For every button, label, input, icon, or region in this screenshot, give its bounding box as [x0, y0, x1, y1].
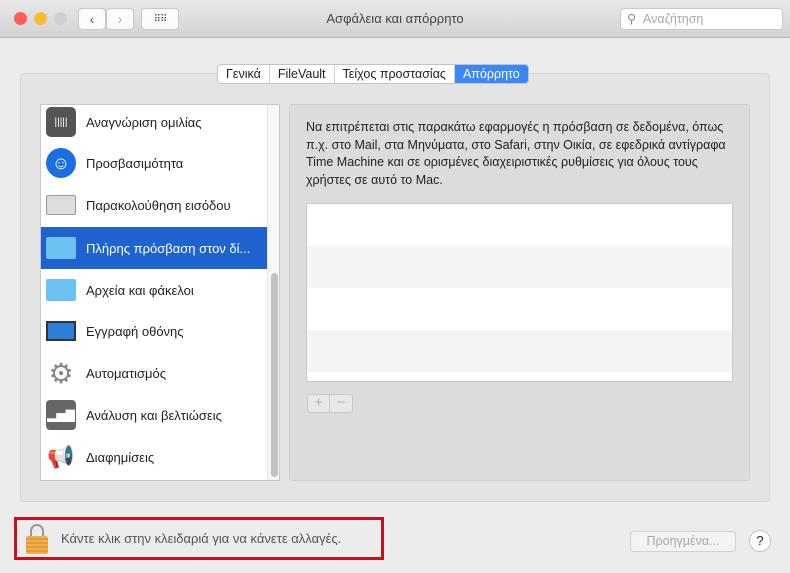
search-icon: ⚲	[627, 12, 637, 26]
folder-icon	[46, 233, 76, 263]
list-row	[307, 246, 732, 288]
megaphone-icon: 📢	[47, 444, 75, 469]
add-remove-control: + −	[307, 394, 353, 413]
privacy-category-list: ||||| Αναγνώριση ομιλίας ☺ Προσβασιμότητα …	[40, 104, 280, 481]
chart-icon: ▂▅▇	[46, 400, 76, 430]
remove-button[interactable]: −	[330, 395, 352, 412]
search-input[interactable]: ⚲ Αναζήτηση	[620, 8, 783, 30]
scrollbar-thumb[interactable]	[271, 273, 278, 477]
tab-filevault[interactable]: FileVault	[270, 65, 335, 83]
lock-icon[interactable]	[26, 524, 48, 554]
help-button[interactable]: ?	[749, 530, 771, 552]
list-row	[307, 330, 732, 372]
sidebar-item-accessibility[interactable]: ☺ Προσβασιμότητα	[41, 142, 267, 184]
sidebar-item-advertising[interactable]: 📢 Διαφημίσεις	[41, 436, 267, 478]
display-icon	[46, 316, 76, 346]
sidebar-item-full-disk-access[interactable]: Πλήρης πρόσβαση στον δί...	[41, 227, 267, 269]
sidebar-item-analytics[interactable]: ▂▅▇ Ανάλυση και βελτιώσεις	[41, 394, 267, 436]
tab-general[interactable]: Γενικά	[218, 65, 270, 83]
detail-pane: Να επιτρέπεται στις παρακάτω εφαρμογές η…	[289, 104, 750, 481]
tab-bar: Γενικά FileVault Τείχος προστασίας Απόρρ…	[217, 64, 529, 84]
gear-icon: ⚙	[48, 357, 74, 389]
keyboard-icon	[46, 190, 76, 220]
accessibility-icon: ☺	[46, 148, 76, 178]
lock-area[interactable]: Κάντε κλικ στην κλειδαριά για να κάνετε …	[14, 517, 384, 560]
sidebar-item-input-monitoring[interactable]: Παρακολούθηση εισόδου	[41, 184, 267, 226]
folder-icon	[46, 275, 76, 305]
app-list[interactable]	[306, 203, 733, 382]
sidebar-item-screen-recording[interactable]: Εγγραφή οθόνης	[41, 310, 267, 352]
title-bar: ‹ › ⠿⠿ Ασφάλεια και απόρρητο ⚲ Αναζήτηση	[0, 0, 790, 38]
sidebar-item-files-and-folders[interactable]: Αρχεία και φάκελοι	[41, 269, 267, 311]
tab-firewall[interactable]: Τείχος προστασίας	[335, 65, 455, 83]
sidebar-item-speech-recognition[interactable]: ||||| Αναγνώριση ομιλίας	[41, 105, 267, 143]
tab-privacy[interactable]: Απόρρητο	[454, 65, 528, 83]
description-text: Να επιτρέπεται στις παρακάτω εφαρμογές η…	[306, 120, 726, 187]
add-button[interactable]: +	[308, 395, 330, 412]
lock-message: Κάντε κλικ στην κλειδαριά για να κάνετε …	[61, 531, 342, 546]
sidebar-item-automation[interactable]: ⚙ Αυτοματισμός	[41, 352, 267, 394]
advanced-button[interactable]: Προηγμένα...	[630, 531, 736, 552]
waveform-icon: |||||	[46, 107, 76, 137]
scrollbar[interactable]	[267, 105, 279, 480]
